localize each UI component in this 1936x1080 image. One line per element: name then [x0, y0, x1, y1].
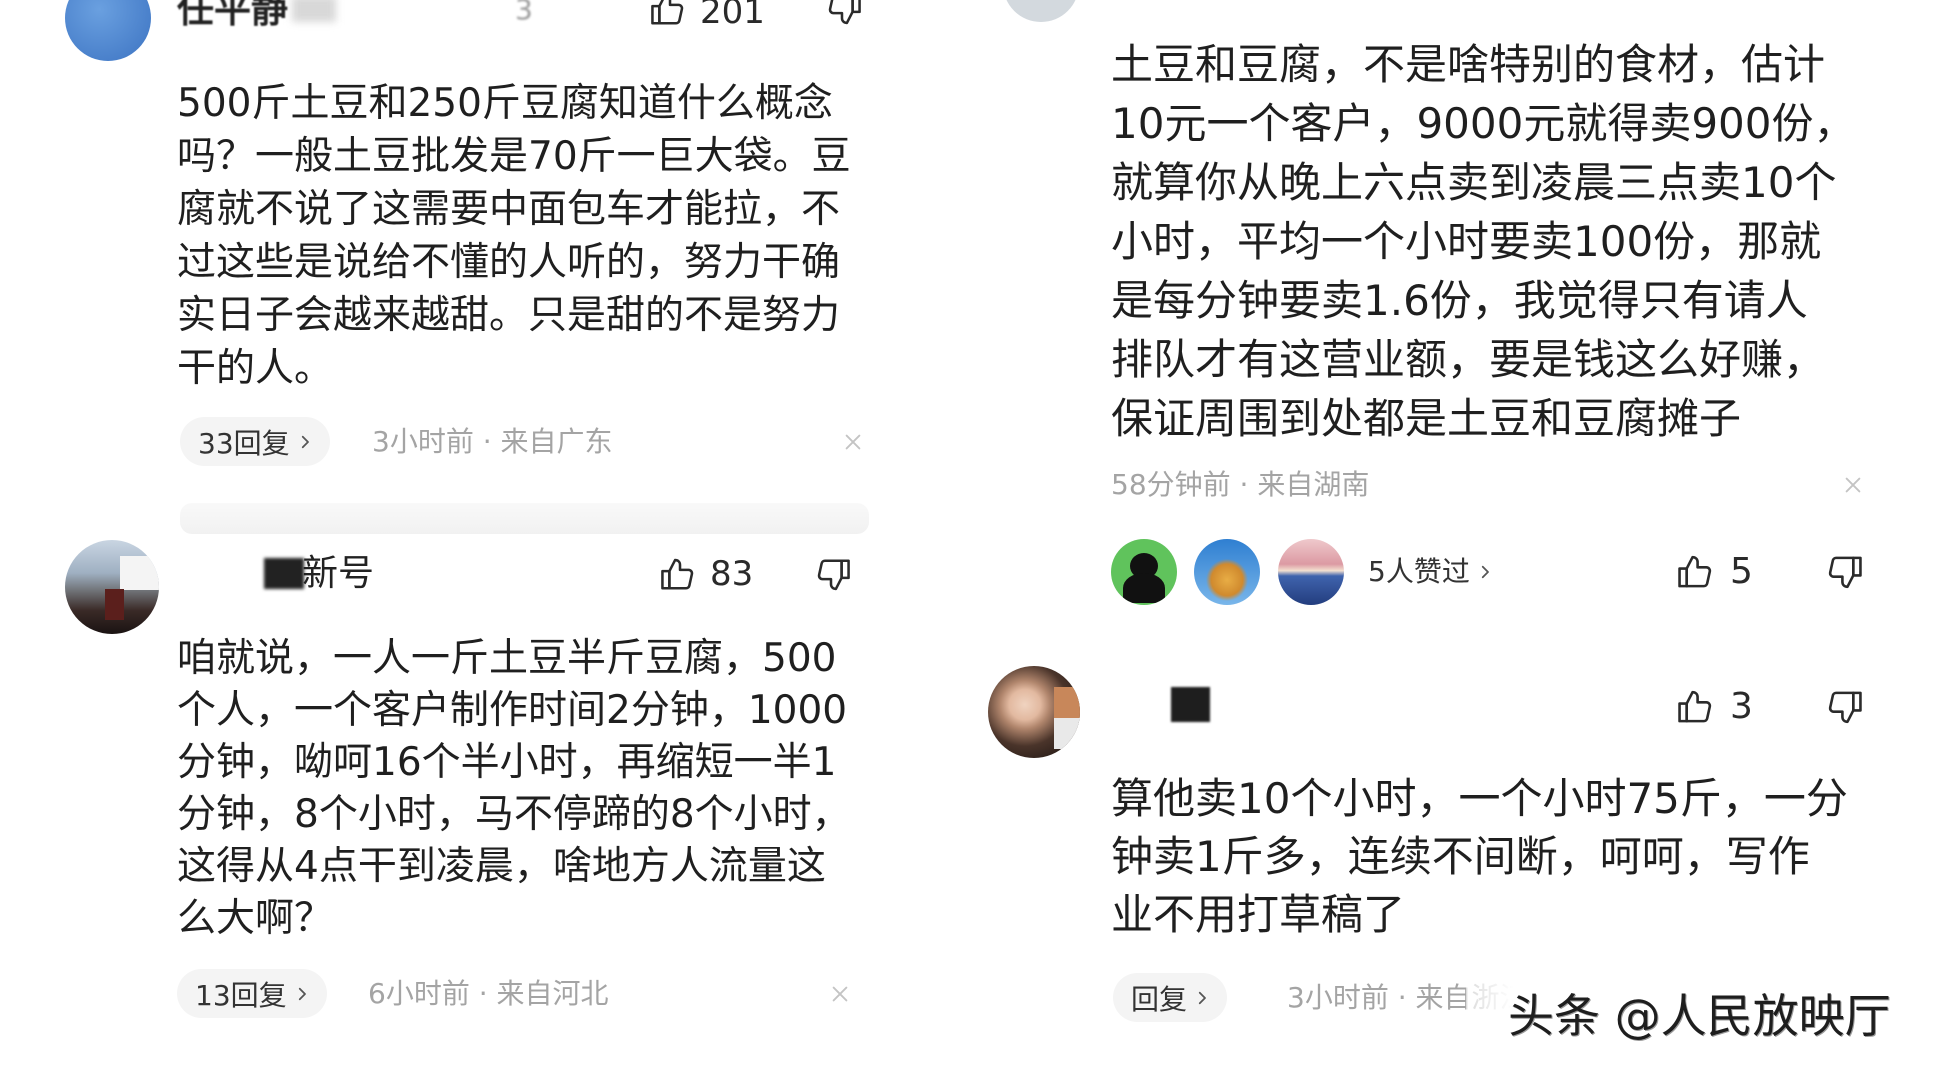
comment-line: 分钟，8个小时，马不停蹄的8个小时，	[177, 792, 851, 837]
username[interactable]: 新号	[302, 554, 374, 594]
comment-line: 吗？一般土豆批发是70斤一巨大袋。豆	[177, 134, 851, 179]
liker-avatar[interactable]	[1278, 539, 1344, 605]
comment-line: 分钟，呦呵16个半小时，再缩短一半1	[177, 740, 837, 785]
like-count: 83	[710, 554, 754, 594]
reply-label: 回复	[1131, 982, 1188, 1016]
like-count: 201	[700, 0, 765, 32]
thumbs-down-icon[interactable]	[815, 556, 853, 594]
comment-line: 10元一个客户，9000元就得卖900份，	[1111, 99, 1856, 148]
close-icon[interactable]	[829, 983, 851, 1005]
avatar[interactable]	[988, 666, 1080, 758]
liker-avatar-figure	[1123, 573, 1165, 603]
avatar-redaction	[1054, 687, 1080, 718]
chevron-right-icon	[293, 983, 311, 1005]
comment-line: 过这些是说给不懂的人听的，努力干确	[177, 240, 841, 285]
comment-collage: 任平静 3 201 500斤土豆和250斤豆腐知道什么概念 吗？一般土豆批发是7…	[0, 0, 1936, 1080]
watermark: 头条 @人民放映厅	[1508, 989, 1891, 1043]
comment-line: 腐就不说了这需要中面包车才能拉，不	[177, 187, 841, 232]
like-count: 3	[1730, 686, 1753, 727]
username-redaction	[292, 0, 336, 22]
thumbs-down-icon[interactable]	[1826, 688, 1865, 727]
comment-line: 排队才有这营业额，要是钱这么好赚，	[1111, 335, 1826, 384]
comment-text: 500斤土豆和250斤豆腐知道什么概念 吗？一般土豆批发是70斤一巨大袋。豆 腐…	[177, 77, 851, 395]
comment-line: 钟卖1斤多，连续不间断，呵呵，写作	[1111, 832, 1810, 881]
replies-label: 13回复	[195, 978, 287, 1012]
avatar[interactable]	[1003, 0, 1079, 22]
username-redaction	[1171, 687, 1210, 722]
reply-button[interactable]: 回复	[1113, 973, 1228, 1022]
chevron-right-icon	[296, 431, 314, 453]
liker-avatar[interactable]	[1111, 539, 1177, 605]
replies-button[interactable]: 13回复	[177, 969, 327, 1018]
thumbs-down-icon[interactable]	[826, 0, 864, 28]
thumbs-up-icon[interactable]	[648, 0, 686, 28]
replies-label: 33回复	[198, 426, 290, 460]
comment-meta: 58分钟前 · 来自湖南	[1111, 468, 1370, 501]
liked-by-label: 5人赞过	[1368, 555, 1470, 588]
close-icon[interactable]	[1842, 474, 1864, 496]
comment-line: 干的人。	[177, 346, 334, 391]
liker-avatar[interactable]	[1194, 539, 1260, 605]
comment-meta: 6小时前 · 来自河北	[368, 977, 609, 1010]
avatar-redaction	[120, 556, 159, 590]
comment-line: 实日子会越来越甜。只是甜的不是努力	[177, 293, 841, 338]
username-fragment: 3	[515, 0, 533, 26]
comment-text: 咱就说，一人一斤土豆半斤豆腐，500 个人，一个客户制作时间2分钟，1000 分…	[177, 633, 851, 945]
divider	[180, 503, 869, 534]
avatar[interactable]	[65, 0, 151, 61]
thumbs-up-icon[interactable]	[1675, 552, 1714, 591]
liked-by-link[interactable]: 5人赞过	[1368, 554, 1494, 590]
comment-line: 保证周围到处都是土豆和豆腐摊子	[1111, 394, 1742, 443]
comment-meta: 3小时前 · 来自广东	[372, 425, 613, 458]
username[interactable]: 任平静	[177, 0, 288, 32]
comment-line: 咱就说，一人一斤土豆半斤豆腐，500	[177, 636, 837, 681]
comment-line: 小时，平均一个小时要卖100份，那就	[1111, 217, 1822, 266]
avatar[interactable]	[65, 540, 159, 634]
comment-line: 是每分钟要卖1.6份，我觉得只有请人	[1111, 276, 1808, 325]
chevron-right-icon	[1193, 987, 1211, 1009]
thumbs-down-icon[interactable]	[1826, 553, 1865, 592]
avatar-redaction	[105, 589, 124, 620]
thumbs-up-icon[interactable]	[1675, 687, 1714, 726]
comment-line: 这得从4点干到凌晨，啥地方人流量这	[177, 844, 826, 889]
comment-line: 算他卖10个小时，一个小时75斤，一分	[1111, 774, 1848, 823]
comment-text: 土豆和豆腐，不是啥特别的食材，估计 10元一个客户，9000元就得卖900份， …	[1111, 35, 1856, 448]
username-redaction	[264, 558, 304, 589]
comment-text: 算他卖10个小时，一个小时75斤，一分 钟卖1斤多，连续不间断，呵呵，写作 业不…	[1111, 770, 1848, 944]
close-icon[interactable]	[842, 431, 864, 453]
replies-button[interactable]: 33回复	[180, 417, 330, 466]
comment-line: 个人，一个客户制作时间2分钟，1000	[177, 688, 848, 733]
comment-line: 业不用打草稿了	[1111, 890, 1406, 939]
comment-line: 500斤土豆和250斤豆腐知道什么概念	[177, 81, 833, 126]
like-count: 5	[1730, 551, 1753, 592]
comment-line: 么大啊？	[177, 896, 334, 941]
comment-line: 土豆和豆腐，不是啥特别的食材，估计	[1111, 40, 1826, 89]
chevron-right-icon	[1476, 561, 1494, 583]
avatar-redaction	[1054, 718, 1080, 749]
comment-line: 就算你从晚上六点卖到凌晨三点卖10个	[1111, 158, 1837, 207]
thumbs-up-icon[interactable]	[658, 555, 696, 593]
